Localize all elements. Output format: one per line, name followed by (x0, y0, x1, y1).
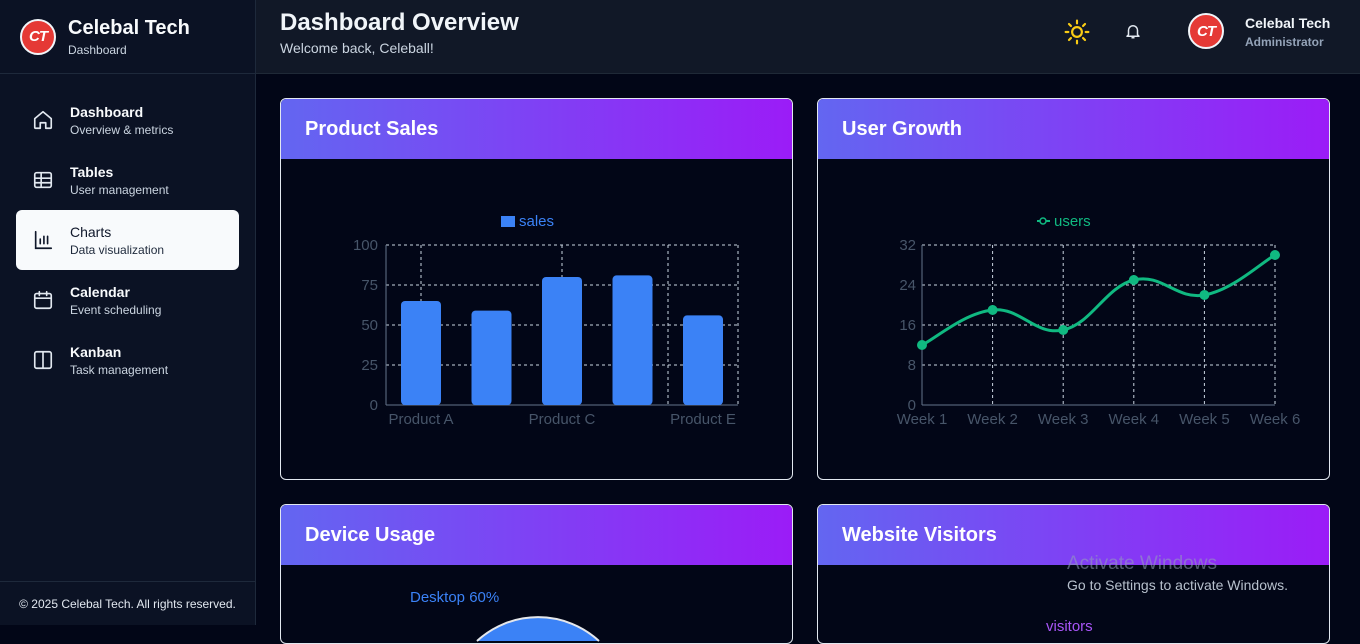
sidebar-item-desc: Data visualization (70, 242, 165, 257)
x-tick-label: Week 3 (1038, 411, 1089, 428)
brand[interactable]: CT Celebal Tech Dashboard (0, 0, 255, 74)
sidebar-item-desc: Overview & metrics (70, 122, 174, 137)
pie-slice-desktop[interactable] (476, 616, 600, 642)
point-week-2[interactable] (987, 305, 998, 315)
sidebar-item-dashboard[interactable]: Dashboard Overview & metrics (16, 90, 239, 150)
brand-title: Celebal Tech (68, 16, 190, 39)
product-sales-chart: sales 0 25 50 75 100 Product A Product C Produ… (353, 213, 739, 428)
y-tick-label: 0 (370, 397, 378, 414)
sidebar-footer: © 2025 Celebal Tech. All rights reserved… (0, 581, 255, 625)
user-growth-chart: users 08162432 Week 1 Week 2 Week 3 Week 4W… (897, 213, 1301, 428)
x-tick-label: Week 5 (1179, 411, 1230, 428)
bar-product-a[interactable] (401, 301, 441, 405)
sidebar-item-desc: User management (70, 182, 169, 197)
brand-logo: CT (20, 18, 56, 55)
brand-subtitle: Dashboard (68, 42, 127, 57)
x-tick-label: Week 1 (897, 411, 948, 428)
legend-label: users (1054, 213, 1091, 230)
bar-product-d[interactable] (612, 275, 653, 405)
y-tick-label: 25 (361, 357, 378, 374)
calendar-icon (33, 290, 53, 310)
bar-chart-icon (34, 230, 53, 250)
user-growth-card: User Growth users 0 8 16 24 32 Week 1 Week 2W… (817, 98, 1330, 480)
legend-marker (1039, 217, 1047, 225)
legend-label: sales (519, 213, 554, 230)
y-tick-label: 16 (899, 317, 916, 334)
y-tick-label: 75 (361, 277, 378, 294)
card-title: Device Usage (281, 505, 792, 565)
device-usage-chart: Desktop 60% (410, 589, 600, 642)
website-visitors-chart: visitors (1046, 618, 1093, 635)
bar-product-b[interactable] (471, 310, 512, 405)
user-role: Administrator (1245, 35, 1324, 49)
page-subtitle: Welcome back, Celeball! (280, 40, 434, 56)
y-tick-label: 8 (908, 357, 916, 374)
sidebar: CT Celebal Tech Dashboard Dashboard Over… (0, 0, 256, 625)
chart-legend[interactable]: sales (501, 213, 554, 230)
bar-product-c[interactable] (542, 277, 582, 405)
bar-product-e[interactable] (683, 315, 723, 405)
point-week-3[interactable] (1058, 325, 1069, 335)
bell-icon[interactable] (1124, 22, 1142, 40)
product-sales-card: Product Sales sales 0 25 50 75 100 Product A… (280, 98, 793, 480)
table-icon (33, 171, 53, 189)
device-usage-card: Device Usage Desktop 60% (280, 504, 793, 644)
legend-label: visitors (1046, 618, 1093, 635)
x-tick-label: Week 4 (1109, 411, 1160, 428)
point-week-6[interactable] (1270, 250, 1280, 260)
users-series-line (921, 253, 1276, 347)
card-title: Website Visitors (818, 505, 1329, 565)
point-week-4[interactable] (1128, 275, 1139, 285)
kanban-icon (33, 350, 53, 370)
website-visitors-card: Website Visitors visitors (817, 504, 1330, 644)
avatar[interactable]: CT (1188, 13, 1224, 49)
sidebar-item-kanban[interactable]: Kanban Task management (16, 330, 239, 390)
card-title: User Growth (818, 99, 1329, 159)
home-icon (33, 110, 53, 130)
chart-legend[interactable]: users (1037, 213, 1091, 230)
sidebar-item-calendar[interactable]: Calendar Event scheduling (16, 270, 239, 330)
sidebar-item-label: Calendar (70, 283, 130, 300)
x-tick-label: Week 2 (967, 411, 1018, 428)
x-tick-label: Product A (388, 411, 453, 428)
sidebar-item-desc: Event scheduling (70, 302, 162, 317)
sidebar-item-label: Kanban (70, 343, 122, 360)
sidebar-item-charts[interactable]: Charts Data visualization (16, 210, 239, 270)
avatar-logo: CT (1188, 13, 1224, 49)
y-tick-label: 24 (899, 277, 916, 294)
point-week-5[interactable] (1199, 290, 1210, 300)
user-name: Celebal Tech (1245, 15, 1331, 31)
sidebar-item-tables[interactable]: Tables User management (16, 150, 239, 210)
top-header: Dashboard Overview Welcome back, Celebal… (256, 0, 1360, 74)
y-tick-label: 100 (353, 237, 378, 254)
page-title: Dashboard Overview (280, 9, 519, 36)
legend-swatch (501, 216, 515, 227)
point-week-1[interactable] (917, 340, 927, 350)
sidebar-item-desc: Task management (70, 362, 169, 377)
y-tick-label: 32 (899, 237, 916, 254)
x-tick-label: Week 6 (1250, 411, 1301, 428)
sidebar-item-label: Tables (70, 163, 114, 180)
sidebar-item-label: Charts (70, 223, 112, 240)
sun-icon[interactable] (1064, 19, 1090, 45)
sidebar-nav: Dashboard Overview & metrics Tables User… (0, 74, 255, 406)
pie-label-desktop: Desktop 60% (410, 589, 499, 606)
sidebar-item-label: Dashboard (70, 103, 144, 120)
x-tick-label: Product E (670, 411, 736, 428)
x-tick-label: Product C (529, 411, 596, 428)
card-title: Product Sales (281, 99, 792, 159)
y-tick-label: 50 (361, 317, 378, 334)
